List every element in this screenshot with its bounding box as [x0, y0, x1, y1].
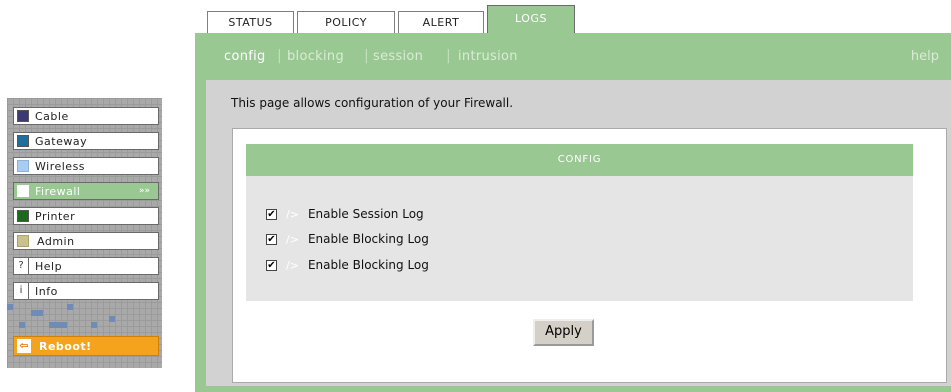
- back-arrow-icon: ⇦: [17, 339, 31, 353]
- option-row: ✔ /> Enable Blocking Log: [266, 232, 429, 246]
- subnav-separator: |: [364, 48, 369, 64]
- admin-icon: [17, 235, 29, 247]
- decor-tile: [109, 316, 115, 322]
- option-label: Enable Blocking Log: [307, 258, 429, 272]
- reboot-button[interactable]: ⇦ Reboot!: [13, 336, 159, 356]
- enable-blocking-log-checkbox-2[interactable]: ✔: [266, 259, 277, 271]
- nav-label: Admin: [37, 234, 75, 248]
- apply-button[interactable]: Apply: [533, 319, 594, 346]
- config-options: ✔ /> Enable Session Log ✔ /> Enable Bloc…: [246, 176, 913, 301]
- subnav-blocking[interactable]: blocking: [287, 49, 344, 64]
- bullet-icon: />: [286, 258, 299, 272]
- nav-label: Wireless: [35, 159, 86, 173]
- option-label: Enable Session Log: [307, 207, 424, 221]
- wireless-icon: [17, 160, 29, 172]
- reboot-label: Reboot!: [39, 339, 92, 353]
- nav-item-wireless[interactable]: Wireless: [13, 157, 159, 175]
- info-icon: i: [14, 283, 29, 299]
- subnav-session[interactable]: session: [373, 49, 423, 64]
- nav-label: Cable: [35, 109, 69, 123]
- sub-navigation: config | blocking | session | intrusion …: [195, 33, 951, 79]
- config-panel: CONFIG ✔ /> Enable Session Log ✔ /> Enab…: [232, 128, 947, 383]
- tab-alert[interactable]: ALERT: [398, 11, 484, 33]
- subnav-separator: |: [446, 48, 451, 64]
- subnav-intrusion[interactable]: intrusion: [458, 49, 518, 64]
- bullet-icon: />: [286, 207, 299, 221]
- nav-label: Help: [35, 259, 63, 273]
- decor-tile: [91, 322, 97, 328]
- section-title: CONFIG: [246, 144, 913, 176]
- gateway-icon: [17, 135, 29, 147]
- subnav-config[interactable]: config: [224, 49, 266, 64]
- decor-tile: [49, 322, 67, 328]
- printer-icon: [17, 210, 29, 222]
- tab-policy[interactable]: POLICY: [297, 11, 395, 33]
- decor-tile: [7, 304, 13, 310]
- content-area: This page allows configuration of your F…: [206, 80, 951, 386]
- nav-label: Gateway: [35, 134, 88, 148]
- nav-label: Firewall: [35, 184, 81, 198]
- nav-item-printer[interactable]: Printer: [13, 207, 159, 225]
- nav-item-firewall[interactable]: Firewall »»: [13, 182, 159, 200]
- enable-session-log-checkbox[interactable]: ✔: [266, 208, 277, 220]
- nav-item-admin[interactable]: Admin: [13, 232, 159, 250]
- subnav-separator: |: [277, 48, 282, 64]
- option-row: ✔ /> Enable Blocking Log: [266, 258, 429, 272]
- nav-item-cable[interactable]: Cable: [13, 107, 159, 125]
- option-row: ✔ /> Enable Session Log: [266, 207, 424, 221]
- nav-label: Printer: [35, 209, 76, 223]
- bullet-icon: />: [286, 232, 299, 246]
- help-icon: ?: [14, 258, 29, 274]
- main-panel: config | blocking | session | intrusion …: [195, 33, 951, 392]
- decor-tile: [31, 310, 43, 316]
- page-intro: This page allows configuration of your F…: [231, 96, 514, 110]
- tab-logs[interactable]: LOGS: [487, 5, 575, 33]
- nav-item-info[interactable]: i Info: [13, 282, 159, 300]
- nav-label: Info: [35, 284, 58, 298]
- cable-icon: [17, 110, 29, 122]
- nav-item-gateway[interactable]: Gateway: [13, 132, 159, 150]
- tab-status[interactable]: STATUS: [207, 11, 294, 33]
- left-nav: Cable Gateway Wireless Firewall »» Print…: [7, 98, 162, 368]
- help-link[interactable]: help: [911, 49, 939, 64]
- nav-item-help[interactable]: ? Help: [13, 257, 159, 275]
- firewall-icon: [17, 185, 29, 197]
- decor-tile: [67, 304, 73, 310]
- enable-blocking-log-checkbox[interactable]: ✔: [266, 233, 277, 245]
- decor-tile: [19, 322, 25, 328]
- active-arrow-icon: »»: [138, 186, 150, 196]
- option-label: Enable Blocking Log: [307, 232, 429, 246]
